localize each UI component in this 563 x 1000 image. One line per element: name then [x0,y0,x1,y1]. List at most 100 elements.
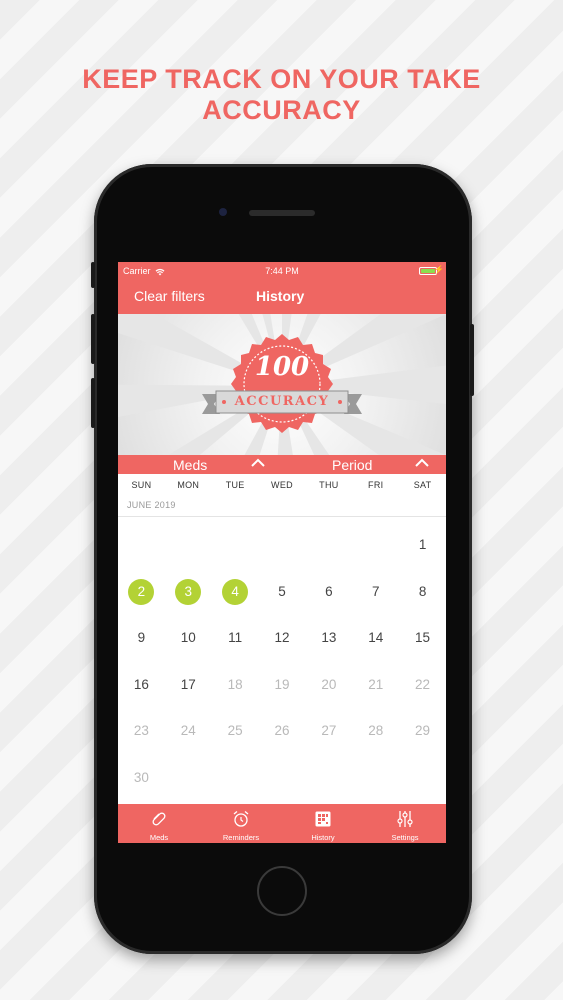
history-calendar-icon [315,811,331,827]
day-number: 13 [321,630,337,646]
calendar-day[interactable]: 27 [305,718,352,744]
weekday-header: SUN MON TUE WED THU FRI SAT [118,474,446,496]
sliders-icon [397,811,413,827]
day-number: 25 [227,723,243,739]
day-number: 3 [175,578,202,605]
day-number: 1 [418,537,427,552]
calendar-day[interactable]: 6 [305,579,352,605]
calendar-day[interactable]: 19 [259,672,306,698]
day-number: 19 [274,676,290,692]
day-number: 17 [180,676,196,692]
day-number: 4 [222,578,249,605]
calendar-week-row: 23 24 25 26 27 28 29 [118,708,446,755]
promo-headline: KEEP TRACK ON YOUR TAKE ACCURACY [82,64,481,125]
weekday-label: THU [319,480,339,490]
calendar-day[interactable]: 30 [118,765,165,791]
day-number: 22 [415,676,431,692]
tab-label: History [311,833,335,842]
power-button [470,324,474,396]
calendar-week-row: 16 17 18 19 20 21 22 [118,662,446,709]
calendar-day[interactable]: 28 [352,718,399,744]
home-button[interactable] [257,866,307,916]
day-number: 23 [133,723,149,739]
calendar-divider [118,516,446,517]
calendar-day[interactable]: 12 [259,625,306,651]
calendar-day[interactable]: 9 [118,625,165,651]
status-bar: Carrier 7:44 PM ⚡ [118,262,446,280]
period-filter-button[interactable]: Period [332,457,372,473]
calendar-day[interactable]: 24 [165,718,212,744]
calendar-day[interactable]: 5 [259,579,306,605]
meds-filter-button[interactable]: Meds [173,457,207,473]
calendar-day-taken[interactable]: 2 [118,578,165,605]
calendar-day[interactable]: 22 [399,672,446,698]
tab-label: Meds [149,833,169,842]
calendar-day[interactable]: 26 [259,718,306,744]
calendar-day[interactable]: 14 [352,625,399,651]
day-number: 28 [368,723,384,739]
app-screen: Carrier 7:44 PM ⚡ Clear filters History [118,262,446,843]
accuracy-label: ACCURACY [234,394,330,409]
tab-label: Settings [391,833,419,842]
calendar-week-row: 9 10 11 12 13 14 15 [118,615,446,662]
accuracy-seal-icon [202,334,362,433]
status-time: 7:44 PM [265,266,299,276]
day-number: 21 [368,676,384,692]
filter-bar: Meds Period [118,455,446,474]
day-number: 7 [371,583,380,599]
earpiece-speaker [249,210,315,216]
tab-bar: Meds Reminders History Settings [118,804,446,843]
calendar-day[interactable]: 13 [305,625,352,651]
calendar-grid: 1 2 3 4 5 6 7 8 9 10 11 12 13 14 15 16 17 18 19 20 21 22 23 24 2… [118,522,446,802]
calendar-day-taken[interactable]: 4 [212,578,259,605]
accuracy-banner: 100 ACCURACY [118,314,446,455]
accuracy-value: 100 [254,352,310,382]
front-camera [219,208,227,216]
day-number: 20 [321,676,337,692]
tab-settings[interactable]: Settings [364,804,446,843]
page-title: History [256,288,305,304]
calendar-day[interactable]: 21 [352,672,399,698]
calendar-day[interactable]: 20 [305,672,352,698]
chevron-up-icon[interactable] [250,458,266,468]
calendar-day[interactable]: 29 [399,718,446,744]
clear-filters-button[interactable]: Clear filters [134,288,205,304]
day-number: 6 [325,583,333,599]
calendar-day[interactable]: 25 [212,718,259,744]
calendar-day[interactable]: 7 [352,579,399,605]
day-number: 9 [137,630,146,646]
calendar-day[interactable]: 10 [165,625,212,651]
day-number: 14 [368,630,384,646]
tab-reminders[interactable]: Reminders [200,804,282,843]
chevron-up-icon[interactable] [414,458,430,468]
calendar-day[interactable]: 18 [212,672,259,698]
volume-down-button [91,378,95,428]
weekday-label: SAT [413,480,432,490]
day-number: 8 [418,583,427,599]
calendar-day[interactable]: 23 [118,718,165,744]
calendar-day[interactable]: 16 [118,672,165,698]
calendar-day[interactable]: 15 [399,625,446,651]
calendar-day[interactable]: 8 [399,579,446,605]
tab-history[interactable]: History [282,804,364,843]
calendar-day[interactable]: 11 [212,625,259,651]
day-number: 29 [415,723,431,739]
tab-label: Reminders [222,833,260,842]
calendar-day-taken[interactable]: 3 [165,578,212,605]
day-number: 12 [274,630,290,646]
calendar-day[interactable]: 1 [399,532,446,558]
pill-icon [152,812,166,826]
day-number: 10 [180,630,196,646]
day-number: 27 [321,723,337,739]
tab-meds[interactable]: Meds [118,804,200,843]
navigation-bar: Clear filters History [118,280,446,314]
calendar-week-row: 234 5 6 7 8 [118,569,446,616]
volume-up-button [91,314,95,364]
weekday-label: SUN [131,480,152,490]
weekday-label: FRI [368,480,384,490]
day-number: 24 [180,723,196,739]
calendar-day[interactable]: 17 [165,672,212,698]
calendar-week-row: 30 [118,755,446,802]
weekday-label: TUE [225,480,245,490]
day-number: 2 [128,578,155,605]
